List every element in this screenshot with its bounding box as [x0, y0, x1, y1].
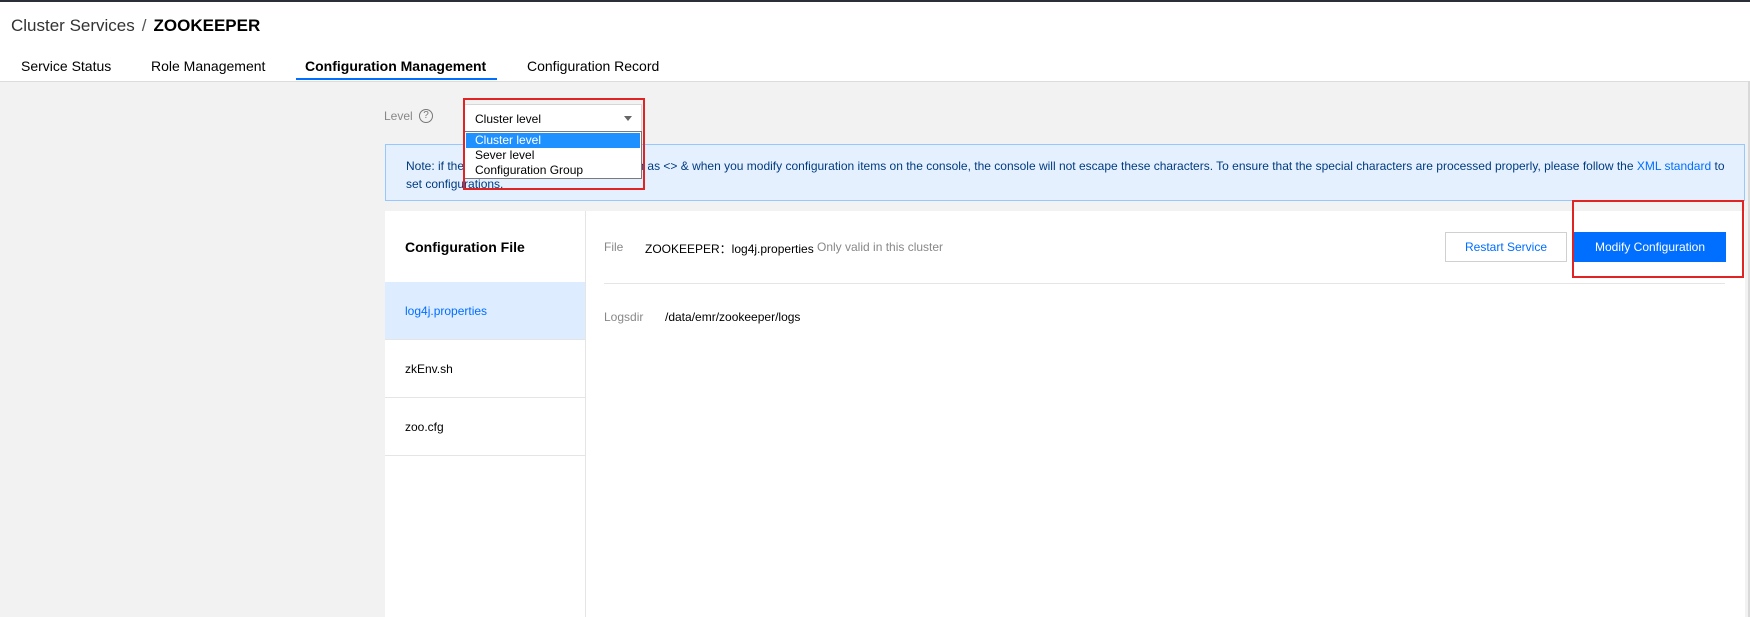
breadcrumb-separator: / [141, 16, 147, 35]
notice-start: Note: if the [406, 159, 465, 173]
config-file-heading: Configuration File [405, 239, 525, 255]
file-label: File [604, 240, 624, 254]
file-name: ZOOKEEPER：log4j.properties [645, 242, 814, 256]
restart-service-button[interactable]: Restart Service [1445, 232, 1567, 262]
file-scope-note: Only valid in this cluster [817, 240, 944, 254]
configuration-panel: Configuration File log4j.properties zkEn… [385, 211, 1745, 617]
tab-configuration-record[interactable]: Configuration Record [527, 58, 659, 74]
highlight-box-level [463, 98, 645, 190]
breadcrumb-current: ZOOKEEPER [153, 16, 261, 35]
tab-service-status[interactable]: Service Status [21, 58, 111, 74]
config-file-label: zkEnv.sh [405, 362, 453, 376]
level-label: Level [384, 109, 413, 123]
divider [604, 283, 1725, 284]
standard-link[interactable]: standard [1664, 159, 1711, 173]
config-file-sidebar: Configuration File log4j.properties zkEn… [385, 211, 586, 617]
breadcrumb: Cluster Services / ZOOKEEPER [11, 16, 260, 36]
notice-body: such as <> & when you modify configurati… [618, 159, 1634, 173]
config-file-item-zkenv[interactable]: zkEnv.sh [385, 340, 585, 398]
top-border [0, 0, 1750, 2]
param-key-logsdir: Logsdir [604, 310, 644, 324]
param-value-logsdir: /data/emr/zookeeper/logs [665, 310, 801, 324]
config-file-item-log4j[interactable]: log4j.properties [385, 282, 585, 340]
xml-link[interactable]: XML [1637, 159, 1661, 173]
tab-configuration-management[interactable]: Configuration Management [305, 58, 486, 74]
question-circle-icon[interactable]: ? [419, 109, 433, 123]
config-file-label: zoo.cfg [405, 420, 444, 434]
tab-role-management[interactable]: Role Management [151, 58, 265, 74]
config-file-item-zoo-cfg[interactable]: zoo.cfg [385, 398, 585, 456]
highlight-box-modify [1572, 200, 1744, 278]
header-bar: Cluster Services / ZOOKEEPER Service Statu… [0, 0, 1750, 82]
active-tab-indicator [296, 78, 497, 80]
config-file-label: log4j.properties [405, 304, 488, 318]
breadcrumb-parent-link[interactable]: Cluster Services [11, 16, 135, 35]
